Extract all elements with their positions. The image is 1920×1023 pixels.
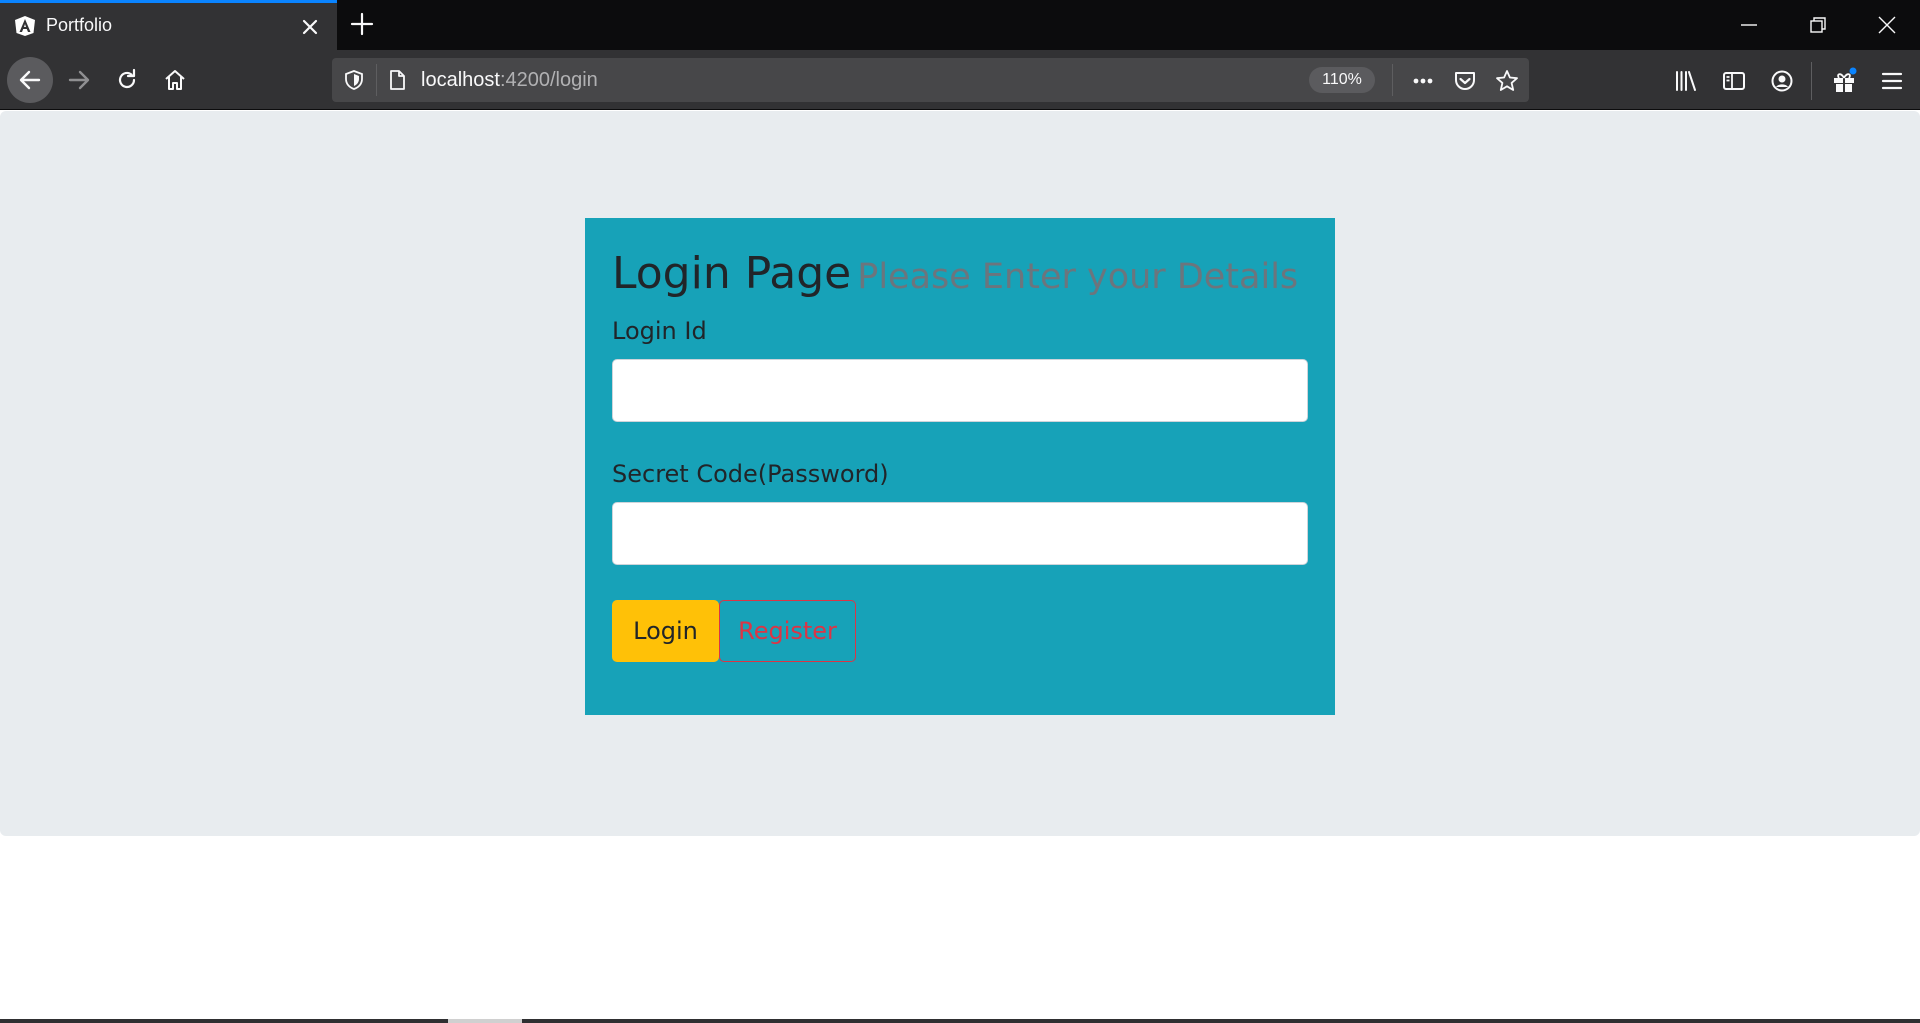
- login-card: Login Page Please Enter your Details Logi…: [585, 218, 1335, 715]
- back-arrow-icon[interactable]: [7, 57, 53, 103]
- hamburger-menu-icon[interactable]: [1878, 67, 1906, 95]
- account-icon[interactable]: [1768, 67, 1796, 95]
- url-path: :4200/login: [499, 69, 598, 91]
- login-id-label: Login Id: [612, 317, 707, 345]
- whats-new-gift-icon[interactable]: [1830, 67, 1858, 95]
- library-icon[interactable]: [1672, 67, 1700, 95]
- login-button[interactable]: Login: [612, 600, 719, 662]
- close-window-icon[interactable]: [1851, 0, 1920, 50]
- horizontal-scrollbar-thumb[interactable]: [448, 1019, 522, 1023]
- url-text[interactable]: localhost:4200/login: [421, 69, 598, 92]
- bookmark-star-icon[interactable]: [1494, 68, 1520, 94]
- tab-title: Portfolio: [46, 15, 113, 35]
- minimize-icon[interactable]: [1713, 0, 1783, 50]
- page-viewport: Login Page Please Enter your Details Logi…: [0, 111, 1920, 1023]
- new-tab-plus-icon[interactable]: [348, 10, 376, 38]
- browser-tab[interactable]: Portfolio: [0, 0, 337, 50]
- url-divider: [376, 64, 377, 96]
- restore-icon[interactable]: [1782, 0, 1852, 50]
- reload-icon[interactable]: [104, 57, 150, 103]
- password-input[interactable]: [612, 502, 1308, 565]
- page-subtitle: Please Enter your Details: [857, 257, 1299, 297]
- home-icon[interactable]: [152, 57, 198, 103]
- url-divider-2: [1392, 64, 1393, 96]
- browser-navigation-bar: localhost:4200/login 110%: [0, 50, 1920, 110]
- jumbotron-background: Login Page Please Enter your Details Logi…: [0, 111, 1920, 836]
- address-bar[interactable]: localhost:4200/login 110%: [332, 58, 1529, 102]
- login-id-input[interactable]: [612, 359, 1308, 422]
- url-host: localhost: [421, 69, 500, 91]
- forward-arrow-icon[interactable]: [56, 57, 102, 103]
- tab-close-icon[interactable]: [297, 14, 323, 40]
- page-title: Login Page: [612, 248, 852, 299]
- login-heading: Login Page Please Enter your Details: [612, 248, 1298, 299]
- window-bottom-border: [0, 1019, 1920, 1023]
- pocket-icon[interactable]: [1452, 68, 1478, 94]
- angular-logo-icon: [14, 15, 36, 37]
- page-actions-menu-icon[interactable]: [1410, 68, 1436, 94]
- password-label: Secret Code(Password): [612, 460, 889, 488]
- zoom-level-badge[interactable]: 110%: [1309, 67, 1375, 93]
- tracking-protection-shield-icon[interactable]: [342, 68, 366, 92]
- sidebar-icon[interactable]: [1720, 67, 1748, 95]
- toolbar-divider: [1811, 62, 1812, 100]
- register-button[interactable]: Register: [719, 600, 856, 662]
- browser-tab-strip: Portfolio: [0, 0, 1920, 50]
- page-info-icon[interactable]: [385, 68, 409, 92]
